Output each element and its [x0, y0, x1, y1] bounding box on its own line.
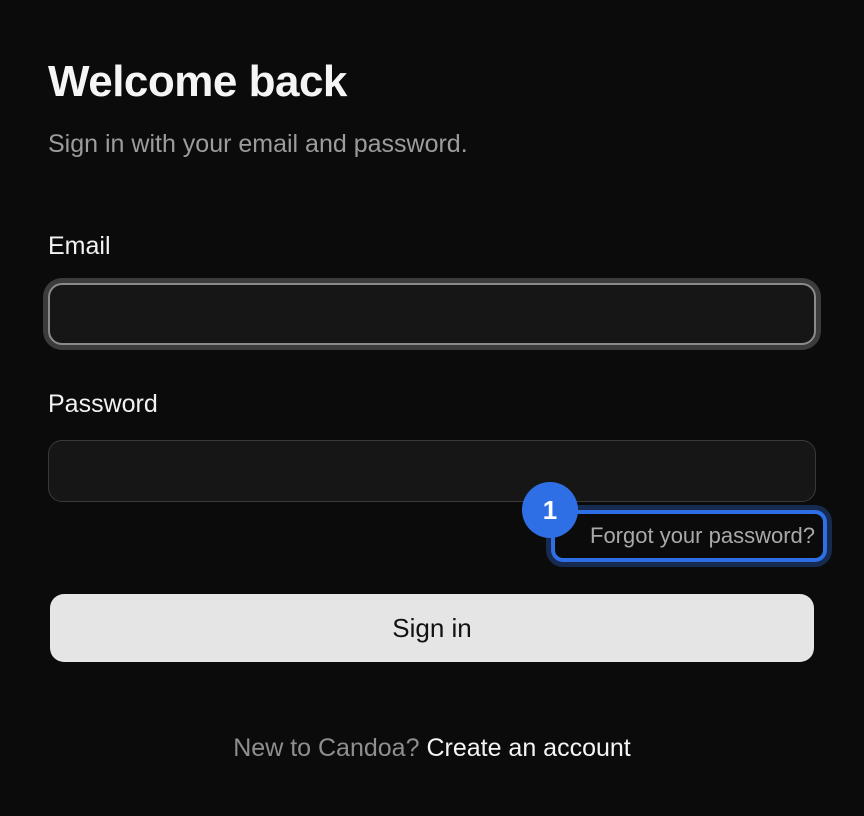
page-title: Welcome back — [48, 57, 347, 106]
forgot-password-link[interactable]: Forgot your password? — [551, 510, 827, 562]
signup-prompt-text: New to Candoa? — [233, 734, 420, 762]
sign-in-page: Welcome back Sign in with your email and… — [0, 0, 864, 816]
annotation-marker: 1 — [522, 482, 578, 538]
forgot-password-label: Forgot your password? — [590, 523, 815, 548]
password-field[interactable] — [48, 440, 816, 502]
email-field[interactable] — [48, 283, 816, 345]
create-account-link[interactable]: Create an account — [426, 734, 630, 762]
signup-prompt: New to Candoa? Create an account — [0, 732, 864, 764]
password-label: Password — [48, 390, 158, 418]
email-label: Email — [48, 232, 111, 260]
page-subtitle: Sign in with your email and password. — [48, 130, 468, 158]
sign-in-button[interactable]: Sign in — [50, 594, 814, 662]
